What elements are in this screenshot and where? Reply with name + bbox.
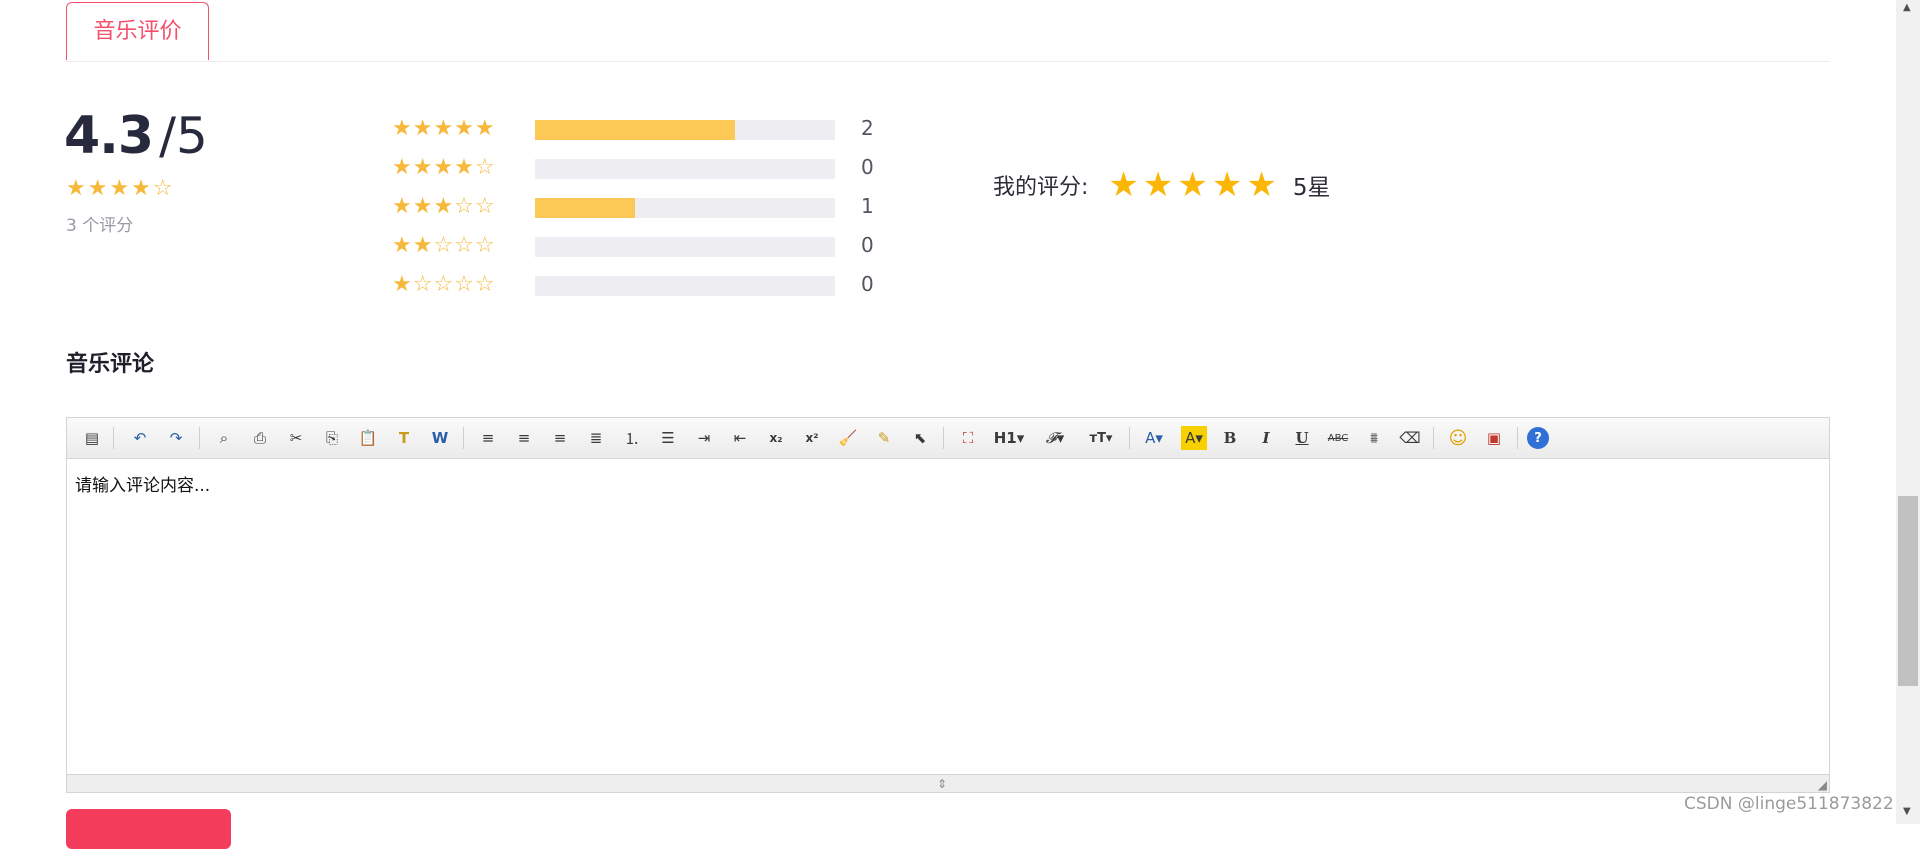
toolbar-divider	[943, 427, 944, 449]
align-left-icon[interactable]: ≡	[475, 426, 501, 450]
comment-section-title: 音乐评论	[66, 352, 155, 377]
score-slash: /	[159, 107, 176, 165]
superscript-icon[interactable]: x²	[799, 426, 825, 450]
fullscreen-icon[interactable]: ⛶	[955, 426, 981, 450]
my-rating-stars[interactable]: ★★★★★	[1108, 165, 1280, 205]
tab-bar: 音乐评价	[66, 0, 1830, 62]
editor-resize-bar[interactable]: ⇕ ◢	[67, 774, 1829, 792]
row-count: 2	[861, 116, 874, 140]
toolbar-divider	[113, 427, 114, 449]
emoticon-icon[interactable]: ☺	[1445, 426, 1471, 450]
copy-icon[interactable]: ⎘	[319, 426, 345, 450]
my-rating-value: 5星	[1292, 175, 1331, 201]
cut-icon[interactable]: ✂	[283, 426, 309, 450]
resize-grip-icon[interactable]: ⇕	[937, 777, 947, 791]
font-color-icon[interactable]: A▾	[1141, 426, 1167, 450]
align-right-icon[interactable]: ≡	[547, 426, 573, 450]
paste-word-icon[interactable]: W	[427, 426, 453, 450]
toolbar-divider	[1129, 427, 1130, 449]
progress-fill	[535, 198, 635, 218]
clear-format-icon[interactable]: 🧹	[835, 426, 861, 450]
heading-icon[interactable]: H1▾	[989, 426, 1029, 450]
rating-count: 3 个评分	[66, 216, 134, 236]
select-all-icon[interactable]: ⬉	[907, 426, 933, 450]
toolbar-divider	[1517, 427, 1518, 449]
indent-icon[interactable]: ⇥	[691, 426, 717, 450]
progress-fill	[535, 120, 736, 140]
my-rating: 我的评分: ★★★★★ 5星	[993, 165, 1330, 205]
outdent-icon[interactable]: ⇤	[727, 426, 753, 450]
line-height-icon[interactable]: ⩩	[1361, 426, 1387, 450]
toolbar-divider	[463, 427, 464, 449]
submit-comment-button[interactable]	[66, 809, 231, 849]
row-count: 1	[861, 194, 874, 218]
score-value: 4.3	[64, 106, 154, 166]
strikethrough-icon[interactable]: ABC	[1325, 426, 1351, 450]
row-stars: ★☆☆☆☆	[392, 272, 496, 297]
tab-music-review[interactable]: 音乐评价	[66, 2, 209, 60]
scroll-thumb[interactable]	[1898, 496, 1918, 686]
undo-icon[interactable]: ↶	[127, 426, 153, 450]
comment-editor: ▤ ↶ ↷ ⌕ ⎙ ✂ ⎘ 📋 T W ≡ ≡ ≡ ≣ ⒈ ☰ ⇥ ⇤ x₂ x…	[66, 417, 1830, 793]
row-stars: ★★★★☆	[392, 155, 496, 180]
progress-track	[535, 159, 835, 179]
subscript-icon[interactable]: x₂	[763, 426, 789, 450]
music-review-page: 音乐评价 4.3/5 ★★★★☆ 3 个评分 ★★★★★ 2 ★★★★☆ 0 ★…	[0, 0, 1896, 849]
redo-icon[interactable]: ↷	[163, 426, 189, 450]
toolbar-divider	[1433, 427, 1434, 449]
toolbar-divider	[199, 427, 200, 449]
highlight-icon[interactable]: A▾	[1181, 426, 1207, 450]
row-stars: ★★★☆☆	[392, 194, 496, 219]
scroll-down-icon[interactable]: ▼	[1903, 806, 1911, 817]
row-count: 0	[861, 155, 874, 179]
progress-track	[535, 237, 835, 257]
source-icon[interactable]: ▤	[79, 426, 105, 450]
progress-track	[535, 198, 835, 218]
editor-content[interactable]: 请输入评论内容...	[67, 459, 1829, 777]
remove-format-icon[interactable]: ⌫	[1397, 426, 1423, 450]
progress-track	[535, 120, 835, 140]
bold-icon[interactable]: B	[1217, 426, 1243, 450]
quick-format-icon[interactable]: ✎	[871, 426, 897, 450]
row-stars: ★★☆☆☆	[392, 233, 496, 258]
image-icon[interactable]: ▣	[1481, 426, 1507, 450]
unordered-list-icon[interactable]: ☰	[655, 426, 681, 450]
watermark: CSDN @linge511873822	[1684, 794, 1894, 814]
preview-icon[interactable]: ⌕	[211, 426, 237, 450]
score-max: 5	[175, 107, 208, 165]
scroll-up-icon[interactable]: ▲	[1903, 2, 1911, 13]
row-stars: ★★★★★	[392, 116, 496, 141]
row-count: 0	[861, 272, 874, 296]
align-justify-icon[interactable]: ≣	[583, 426, 609, 450]
editor-toolbar: ▤ ↶ ↷ ⌕ ⎙ ✂ ⎘ 📋 T W ≡ ≡ ≡ ≣ ⒈ ☰ ⇥ ⇤ x₂ x…	[67, 418, 1829, 459]
ordered-list-icon[interactable]: ⒈	[619, 426, 645, 450]
row-count: 0	[861, 233, 874, 257]
progress-track	[535, 276, 835, 296]
paste-icon[interactable]: 📋	[355, 426, 381, 450]
average-stars: ★★★★☆	[66, 176, 175, 201]
paste-text-icon[interactable]: T	[391, 426, 417, 450]
align-center-icon[interactable]: ≡	[511, 426, 537, 450]
average-score: 4.3/5	[64, 106, 208, 166]
font-family-icon[interactable]: 𝓕▾	[1035, 426, 1075, 450]
scrollbar[interactable]: ▲ ▼	[1896, 0, 1920, 824]
font-size-icon[interactable]: тT▾	[1081, 426, 1121, 450]
editor-placeholder: 请输入评论内容...	[75, 476, 211, 496]
help-icon[interactable]: ?	[1527, 427, 1549, 449]
underline-icon[interactable]: U	[1289, 426, 1315, 450]
italic-icon[interactable]: I	[1253, 426, 1279, 450]
corner-resize-icon[interactable]: ◢	[1818, 778, 1827, 792]
print-icon[interactable]: ⎙	[247, 426, 273, 450]
my-rating-label: 我的评分:	[993, 175, 1089, 200]
